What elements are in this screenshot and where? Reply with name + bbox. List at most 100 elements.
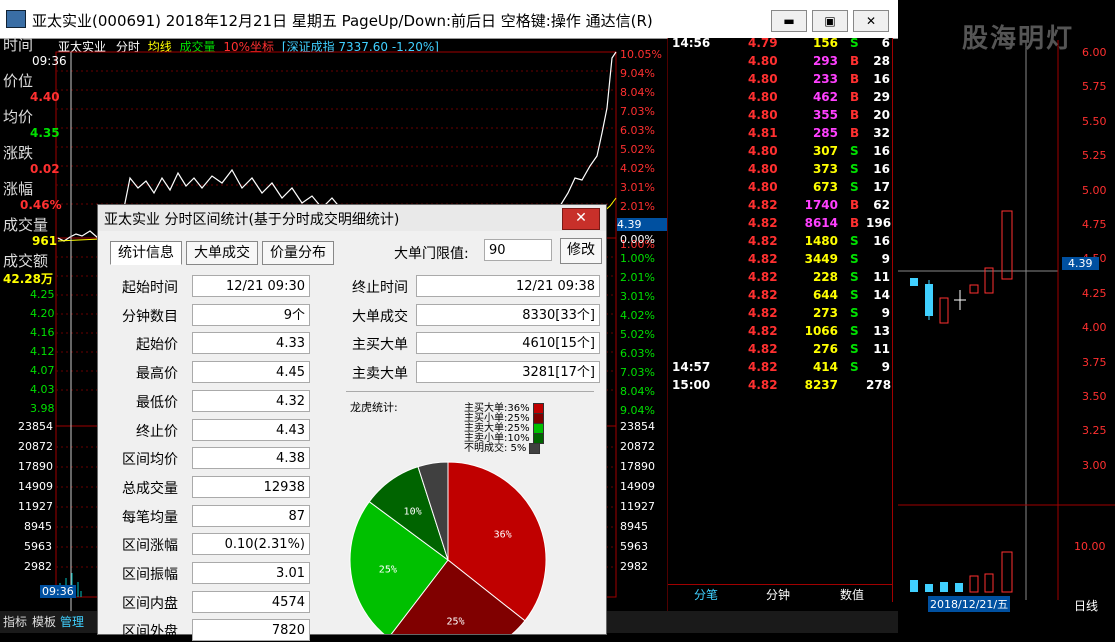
tick-price: 4.82 <box>748 288 778 302</box>
tick-price: 4.82 <box>748 198 778 212</box>
tick-row: 4.82 228 S 11 <box>670 270 892 288</box>
field-value[interactable]: 12/21 09:38 <box>416 275 600 297</box>
modify-button[interactable]: 修改 <box>560 238 602 264</box>
amount-label: 成交额 <box>3 252 49 270</box>
right-axis-vol-5: 8945 <box>620 520 648 533</box>
tick-side: S <box>850 306 859 320</box>
volume-value: 961 <box>32 234 58 248</box>
kline-axis-label: 3.25 <box>1082 424 1107 438</box>
tick-side: S <box>850 270 859 284</box>
tab-ticks[interactable]: 分笔 <box>694 586 718 603</box>
field-label: 区间外盘 <box>122 624 178 641</box>
time-label: 时间 <box>3 36 34 54</box>
tick-count: 9 <box>881 360 890 374</box>
tab-values[interactable]: 数值 <box>840 586 864 603</box>
field-value[interactable]: 0.10(2.31%) <box>192 533 310 556</box>
tick-row: 4.82 1066 S 13 <box>670 324 892 342</box>
right-axis-pct-2: 8.04% <box>620 86 655 99</box>
cursor-time: 09:36 <box>40 585 76 598</box>
tick-row: 4.82 1740 B 62 <box>670 198 892 216</box>
tab-manage[interactable]: 管理 <box>60 613 84 630</box>
tick-price: 4.80 <box>748 90 778 104</box>
dialog-close-button[interactable]: ✕ <box>562 208 600 230</box>
field-value[interactable]: 4.32 <box>192 389 310 412</box>
right-axis-vol-3: 14909 <box>620 480 655 493</box>
tick-side: S <box>850 324 859 338</box>
field-value[interactable]: 3.01 <box>192 562 310 584</box>
left-axis-price-0: 4.25 <box>30 288 55 301</box>
tick-side: B <box>850 90 860 104</box>
tick-row: 4.80 462 B 29 <box>670 90 892 108</box>
tab-statistics[interactable]: 统计信息 <box>110 241 182 265</box>
watermark: 股海明灯 <box>962 24 1075 54</box>
maximize-button[interactable]: ▣ <box>812 10 848 32</box>
tick-volume: 228 <box>812 270 838 284</box>
tick-price: 4.82 <box>748 216 778 230</box>
tick-price: 4.80 <box>748 144 778 158</box>
tab-price-volume[interactable]: 价量分布 <box>262 241 334 265</box>
left-axis-price-2: 4.16 <box>30 326 55 339</box>
field-value[interactable]: 8330[33个] <box>416 303 600 326</box>
close-button[interactable]: ✕ <box>853 10 889 32</box>
field-value[interactable]: 4.45 <box>192 361 310 384</box>
field-label: 大单成交 <box>352 308 408 325</box>
kline-axis-label: 4.00 <box>1082 321 1107 335</box>
threshold-input[interactable]: 90 <box>484 239 552 261</box>
price-marker: 4.39 <box>617 218 667 231</box>
left-axis-vol-7: 2982 <box>24 560 52 573</box>
kline-date: 2018/12/21/五 <box>928 596 1011 612</box>
tab-large-trades[interactable]: 大单成交 <box>186 241 258 265</box>
right-axis-vol-6: 5963 <box>620 540 648 553</box>
field-value[interactable]: 4.33 <box>192 332 310 355</box>
tick-price: 4.80 <box>748 72 778 86</box>
kline-axis-label: 5.25 <box>1082 149 1107 163</box>
tick-row: 4.80 355 B 20 <box>670 108 892 126</box>
field-value[interactable]: 4610[15个] <box>416 332 600 355</box>
tick-price: 4.82 <box>748 270 778 284</box>
kline-panel[interactable]: 股海明灯 6.005.755.505.255.004.754.504.254.0… <box>898 0 1115 633</box>
tick-tab-bar: 分笔 分钟 数值 <box>668 584 892 603</box>
field-value[interactable]: 9个 <box>192 303 310 326</box>
tick-volume: 8614 <box>804 216 838 230</box>
dragon-pie-chart: 36% 25% 25% 10% <box>349 461 547 634</box>
field-value[interactable]: 12938 <box>192 475 310 498</box>
field-label: 区间内盘 <box>122 595 178 612</box>
tick-count: 29 <box>873 90 890 104</box>
tick-count: 13 <box>873 324 890 338</box>
tick-price: 4.82 <box>748 342 778 356</box>
left-axis-vol-4: 11927 <box>18 500 53 513</box>
divider <box>346 391 594 392</box>
field-label: 终止价 <box>136 423 178 440</box>
kline-period[interactable]: 日线 <box>1074 597 1098 614</box>
tab-indicators[interactable]: 指标 <box>3 613 27 630</box>
field-label: 区间涨幅 <box>122 538 178 555</box>
right-axis-pct-17: 7.03% <box>620 366 655 379</box>
legend-label: 不明成交: 5% <box>464 443 527 454</box>
field-value[interactable]: 4.43 <box>192 418 310 441</box>
tick-volume: 644 <box>812 288 838 302</box>
left-axis-vol-1: 20872 <box>18 440 53 453</box>
minimize-button[interactable]: ▬ <box>771 10 807 32</box>
tab-templates[interactable]: 模板 <box>32 613 56 630</box>
tick-count: 16 <box>873 234 890 248</box>
tick-row: 4.80 233 B 16 <box>670 72 892 90</box>
tick-side: S <box>850 36 859 50</box>
field-value[interactable]: 3281[17个] <box>416 361 600 384</box>
field-value[interactable]: 7820 <box>192 619 310 642</box>
field-value[interactable]: 4574 <box>192 590 310 613</box>
kline-axis-label: 4.75 <box>1082 218 1107 231</box>
tick-row: 4.82 644 S 14 <box>670 288 892 306</box>
tick-count: 9 <box>881 306 890 320</box>
amount-value: 42.28万 <box>3 272 53 286</box>
kline-volume-axis: 10.00 <box>1074 540 1106 553</box>
tick-volume: 156 <box>812 36 838 50</box>
field-value[interactable]: 4.38 <box>192 447 310 470</box>
field-value[interactable]: 87 <box>192 504 310 527</box>
kline-chart <box>898 40 1115 600</box>
app-icon <box>6 10 26 28</box>
tab-minutes[interactable]: 分钟 <box>766 586 790 603</box>
right-axis-pct-4: 6.03% <box>620 124 655 137</box>
field-value[interactable]: 12/21 09:30 <box>192 275 310 297</box>
tick-volume: 273 <box>812 306 838 320</box>
tick-count: 62 <box>873 198 890 212</box>
